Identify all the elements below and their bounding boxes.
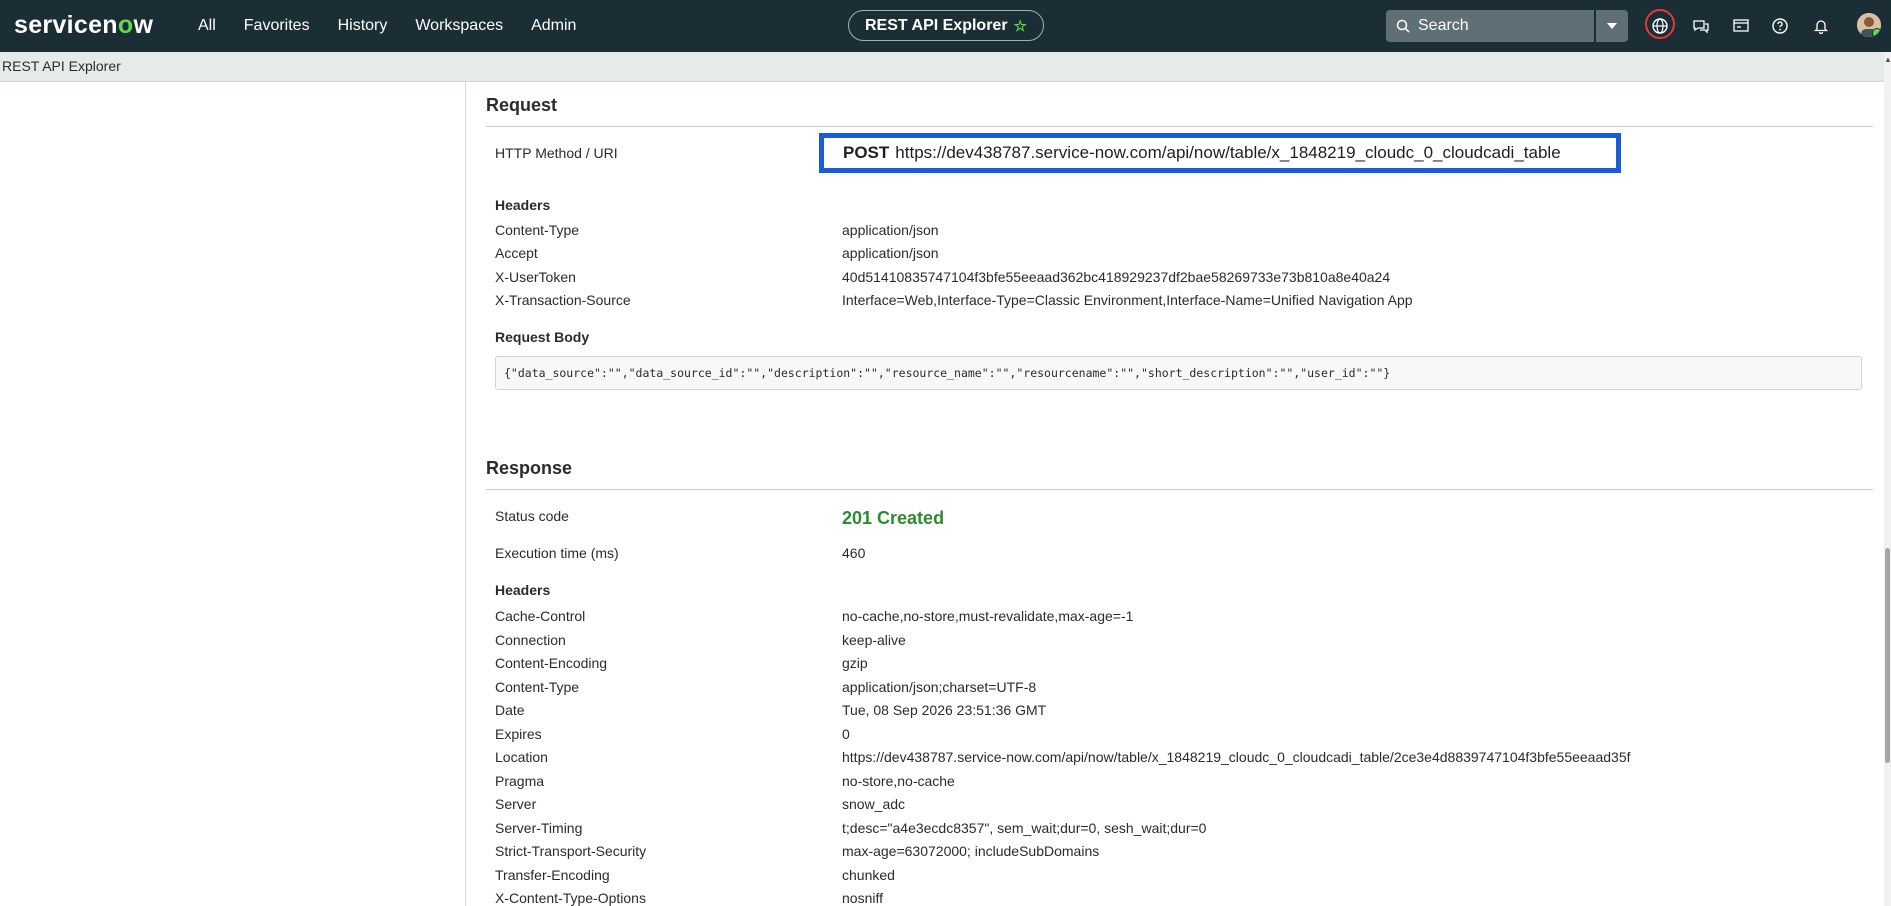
star-icon[interactable]: ☆ (1014, 17, 1027, 35)
servicenow-logo[interactable]: servicenow (14, 11, 153, 40)
scrollbar-track[interactable] (1884, 52, 1891, 906)
response-header-name: Date (495, 702, 525, 718)
menu-all[interactable]: All (198, 17, 216, 35)
menu-favorites[interactable]: Favorites (244, 17, 310, 35)
response-header-value: Tue, 08 Sep 2026 23:51:36 GMT (842, 702, 1047, 718)
response-header-value: no-cache,no-store,must-revalidate,max-ag… (842, 608, 1134, 624)
request-header-value: Interface=Web,Interface-Type=Classic Env… (842, 292, 1413, 308)
response-header-name: Connection (495, 632, 566, 648)
response-header-value: no-store,no-cache (842, 773, 955, 789)
breadcrumb-bar: REST API Explorer (0, 52, 1891, 82)
response-header-value: gzip (842, 655, 868, 671)
top-navigation: servicenow All Favorites History Workspa… (0, 0, 1891, 52)
response-header-value: 0 (842, 726, 850, 742)
status-code-value: 201 Created (842, 508, 945, 528)
scrollbar-thumb[interactable] (1885, 548, 1890, 763)
response-header-name: Server-Timing (495, 820, 583, 836)
card-icon[interactable] (1730, 15, 1752, 37)
response-header-value: application/json;charset=UTF-8 (842, 679, 1037, 695)
globe-icon[interactable] (1649, 15, 1671, 37)
http-method: POST (843, 143, 890, 162)
response-header-name: Server (495, 796, 537, 812)
global-search[interactable]: Search (1386, 10, 1594, 42)
response-header-name: X-Content-Type-Options (495, 890, 646, 906)
request-uri-box: POST https://dev438787.service-now.com/a… (819, 133, 1621, 173)
avatar[interactable] (1857, 13, 1881, 37)
response-header-value: https://dev438787.service-now.com/api/no… (842, 749, 1631, 765)
chevron-down-icon (1607, 23, 1617, 29)
response-header-value: snow_adc (842, 796, 906, 812)
response-header-name: Transfer-Encoding (495, 867, 610, 883)
response-headers-title: Headers (495, 582, 551, 598)
app-title-pill[interactable]: REST API Explorer ☆ (848, 10, 1044, 41)
request-body[interactable]: {"data_source":"","data_source_id":"","d… (495, 356, 1862, 390)
menu-workspaces[interactable]: Workspaces (415, 17, 503, 35)
response-title: Response (486, 458, 573, 478)
search-icon (1396, 19, 1410, 33)
response-header-value: keep-alive (842, 632, 906, 648)
response-divider (486, 489, 1873, 490)
status-code-label: Status code (495, 508, 569, 524)
response-header-value: t;desc="a4e3ecdc8357", sem_wait;dur=0, s… (842, 820, 1207, 836)
presence-indicator (1872, 28, 1881, 37)
request-header-value: 40d51410835747104f3bfe55eeaad362bc418929… (842, 269, 1391, 285)
response-header-name: Cache-Control (495, 608, 586, 624)
scroll-up-arrow[interactable]: ▲ (1884, 56, 1891, 64)
http-method-label: HTTP Method / URI (495, 145, 618, 161)
help-icon[interactable] (1769, 15, 1791, 37)
request-header-name: X-Transaction-Source (495, 292, 631, 308)
app-title: REST API Explorer (864, 16, 1008, 34)
execution-time-label: Execution time (ms) (495, 545, 619, 561)
response-header-name: Content-Encoding (495, 655, 608, 671)
request-headers-title: Headers (495, 197, 551, 213)
page-title: REST API Explorer (2, 58, 121, 74)
request-header-name: X-UserToken (495, 269, 576, 285)
menu-admin[interactable]: Admin (531, 17, 576, 35)
response-header-name: Expires (495, 726, 542, 742)
response-header-name: Location (495, 749, 548, 765)
menu-history[interactable]: History (338, 17, 388, 35)
response-header-name: Content-Type (495, 679, 580, 695)
request-header-name: Content-Type (495, 222, 580, 238)
request-body-title: Request Body (495, 329, 590, 345)
request-divider (486, 126, 1873, 127)
panel-divider (465, 82, 466, 906)
response-header-name: Pragma (495, 773, 545, 789)
request-header-value: application/json (842, 222, 939, 238)
response-header-value: chunked (842, 867, 895, 883)
chat-icon[interactable] (1690, 15, 1712, 37)
response-header-value: nosniff (842, 890, 883, 906)
bell-icon[interactable] (1810, 15, 1832, 37)
request-uri: https://dev438787.service-now.com/api/no… (895, 143, 1561, 162)
main-menu: All Favorites History Workspaces Admin (198, 0, 604, 52)
execution-time-value: 460 (842, 545, 866, 561)
request-header-value: application/json (842, 245, 939, 261)
response-header-name: Strict-Transport-Security (495, 843, 647, 859)
search-placeholder: Search (1418, 17, 1469, 34)
request-header-name: Accept (495, 245, 538, 261)
response-header-value: max-age=63072000; includeSubDomains (842, 843, 1100, 859)
request-title: Request (486, 95, 558, 115)
search-scope-dropdown[interactable] (1596, 10, 1628, 42)
